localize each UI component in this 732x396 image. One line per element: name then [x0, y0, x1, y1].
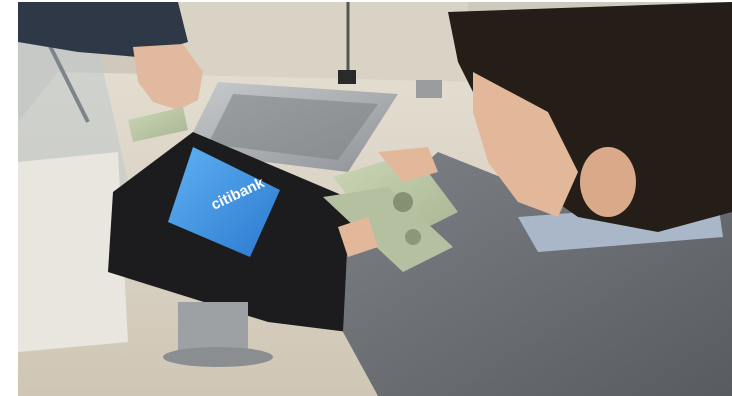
photo: citibank: [18, 2, 732, 396]
cable-block: [416, 80, 442, 98]
child-ear: [580, 147, 636, 217]
bill-portrait: [393, 192, 413, 212]
terminal-base: [163, 347, 273, 367]
mic-base: [338, 70, 356, 84]
bill-portrait-2: [405, 229, 421, 245]
photo-scene: citibank: [18, 2, 732, 396]
